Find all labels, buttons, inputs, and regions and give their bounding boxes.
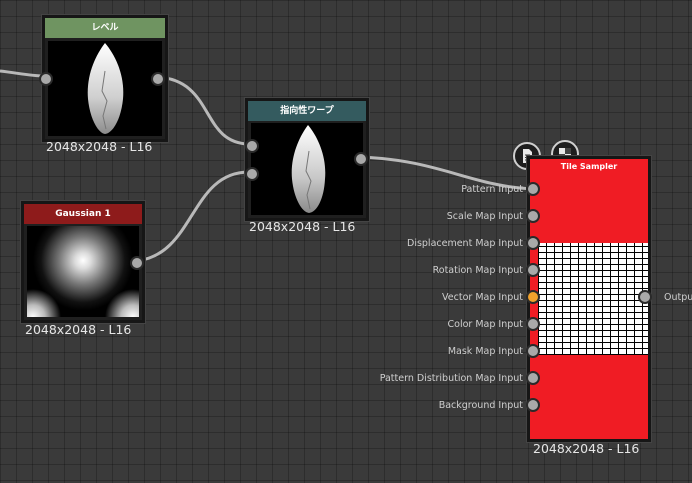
input-label-vector-map: Vector Map Input [442,292,523,303]
node-gaussian-output-port[interactable] [130,256,144,270]
input-port-background[interactable] [526,398,540,412]
input-label-pattern-distribution-map: Pattern Distribution Map Input [379,373,523,384]
node-directional-warp[interactable]: 指向性ワープ [245,98,369,221]
input-port-pattern-distribution-map[interactable] [526,371,540,385]
input-label-mask-map: Mask Map Input [447,346,523,357]
node-level-thumbnail [48,41,162,136]
wire-incoming-to-level [0,69,46,78]
node-level[interactable]: レベル [39,15,168,142]
input-port-vector-map[interactable] [526,290,540,304]
input-port-mask-map[interactable] [526,344,540,358]
wire-gaussian-to-warp [135,170,250,263]
output-port[interactable] [638,290,652,304]
node-directional-warp-input-port-2[interactable] [245,167,259,181]
node-tile-sampler-header: Tile Sampler [560,162,618,171]
node-gaussian[interactable]: Gaussian 1 [21,201,145,323]
input-label-displacement-map: Displacement Map Input [407,238,523,249]
input-label-pattern: Pattern Input [461,184,523,195]
node-tile-sampler-caption: 2048x2048 - L16 [533,441,640,456]
wire-level-to-warp [156,75,250,146]
node-level-output-port[interactable] [151,72,165,86]
input-port-rotation-map[interactable] [526,263,540,277]
input-label-background: Background Input [438,400,523,411]
node-gaussian-caption: 2048x2048 - L16 [25,322,132,337]
input-port-scale-map[interactable] [526,209,540,223]
node-level-caption: 2048x2048 - L16 [46,139,153,154]
input-port-pattern[interactable] [526,182,540,196]
input-label-color-map: Color Map Input [447,319,524,330]
node-gaussian-thumbnail [27,226,139,317]
output-label: Output [664,292,692,303]
input-label-scale-map: Scale Map Input [446,211,523,222]
input-port-displacement-map[interactable] [526,236,540,250]
node-tile-sampler[interactable]: Tile Sampler [527,156,651,442]
input-label-rotation-map: Rotation Map Input [432,265,523,276]
node-directional-warp-caption: 2048x2048 - L16 [249,219,356,234]
node-gaussian-header: Gaussian 1 [24,204,142,224]
node-directional-warp-thumbnail [251,123,363,215]
node-directional-warp-header: 指向性ワープ [248,101,366,121]
input-port-color-map[interactable] [526,317,540,331]
node-level-header: レベル [45,18,165,38]
tile-sampler-grid-preview [538,243,648,355]
node-level-input-port[interactable] [39,72,53,86]
node-directional-warp-output-port[interactable] [354,152,368,166]
node-directional-warp-input-port-1[interactable] [245,139,259,153]
